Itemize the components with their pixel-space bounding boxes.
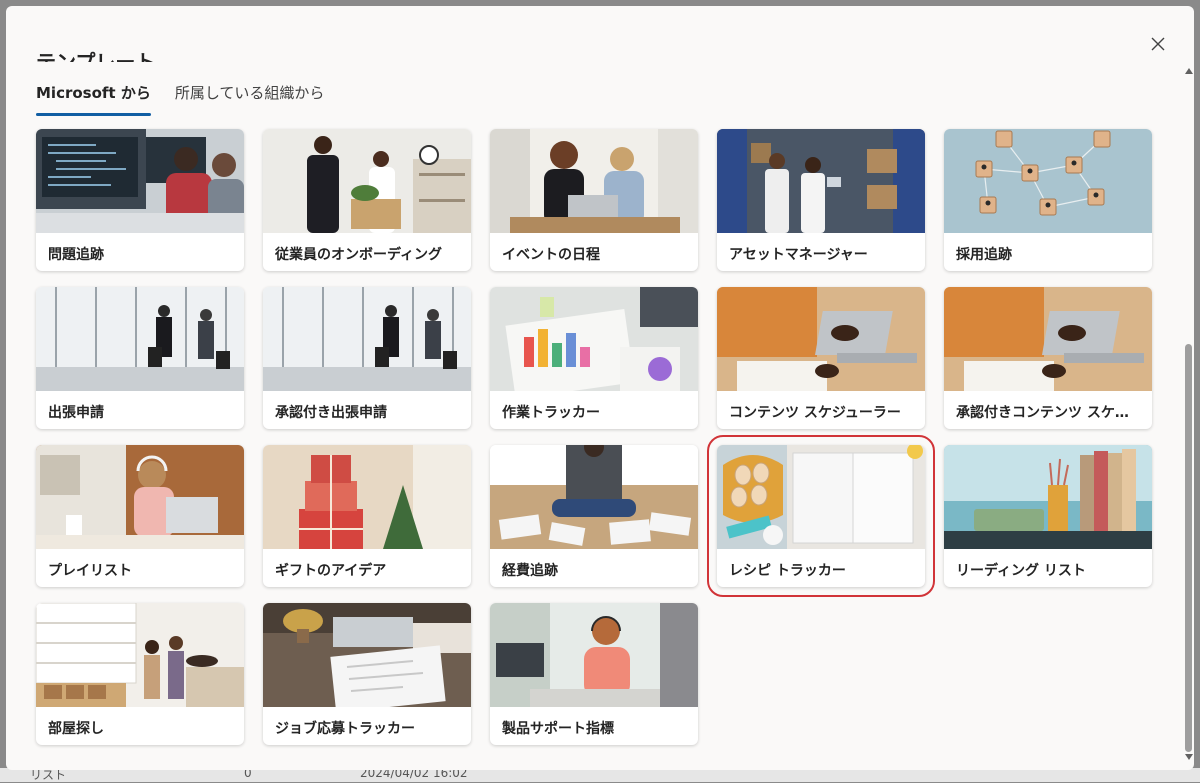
job-application-image <box>263 603 471 707</box>
source-tabs: Microsoft から 所属している組織から <box>36 82 324 116</box>
receipts-floor-image <box>490 445 698 549</box>
dialog-title: テンプレート <box>36 50 156 62</box>
template-card-label: コンテンツ スケジューラー <box>729 405 901 421</box>
warehouse-image <box>717 129 925 233</box>
headphones-laptop-image <box>36 445 244 549</box>
template-dialog: テンプレート Microsoft から 所属している組織から 問題追跡 従業員の… <box>6 6 1194 770</box>
template-card-gift-ideas[interactable]: ギフトのアイデア <box>263 445 471 587</box>
template-card-content-scheduler[interactable]: コンテンツ スケジューラー <box>717 287 925 429</box>
template-card-label: 部屋探し <box>48 721 104 737</box>
template-card-content-scheduler-approval[interactable]: 承認付きコンテンツ スケジューラー <box>944 287 1152 429</box>
laptop-desk-image <box>944 287 1152 391</box>
template-card-label: 経費追跡 <box>502 563 558 579</box>
scroll-up-icon[interactable] <box>1185 68 1193 74</box>
template-card-expense-tracker[interactable]: 経費追跡 <box>490 445 698 587</box>
airport-travelers-image <box>263 287 471 391</box>
template-card-label: 承認付きコンテンツ スケジューラー <box>956 405 1140 421</box>
onboarding-box-image <box>263 129 471 233</box>
template-card-label: プレイリスト <box>48 563 132 579</box>
template-card-label: 採用追跡 <box>956 247 1012 263</box>
template-card-travel-request[interactable]: 出張申請 <box>36 287 244 429</box>
template-grid: 問題追跡 従業員のオンボーディング イベントの日程 アセットマネージャー 採用追… <box>36 129 1152 745</box>
template-card-label: 作業トラッカー <box>502 405 600 421</box>
template-card-recruitment-tracker[interactable]: 採用追跡 <box>944 129 1152 271</box>
template-card-label: 製品サポート指標 <box>502 721 614 737</box>
close-button[interactable] <box>1146 32 1170 56</box>
template-card-product-support-metrics[interactable]: 製品サポート指標 <box>490 603 698 745</box>
template-card-issue-tracker[interactable]: 問題追跡 <box>36 129 244 271</box>
template-card-reading-list[interactable]: リーディング リスト <box>944 445 1152 587</box>
coding-office-image <box>36 129 244 233</box>
template-card-label: ジョブ応募トラッカー <box>275 721 415 737</box>
template-card-playlist[interactable]: プレイリスト <box>36 445 244 587</box>
scroll-down-icon[interactable] <box>1185 754 1193 760</box>
meeting-laptop-image <box>490 129 698 233</box>
gift-boxes-image <box>263 445 471 549</box>
template-card-label: 問題追跡 <box>48 247 104 263</box>
template-card-event-schedule[interactable]: イベントの日程 <box>490 129 698 271</box>
template-card-room-search[interactable]: 部屋探し <box>36 603 244 745</box>
template-card-work-tracker[interactable]: 作業トラッカー <box>490 287 698 429</box>
template-card-label: ギフトのアイデア <box>275 563 387 579</box>
tab-from-microsoft[interactable]: Microsoft から <box>36 82 151 116</box>
scroll-thumb[interactable] <box>1185 344 1192 752</box>
template-card-travel-request-approval[interactable]: 承認付き出張申請 <box>263 287 471 429</box>
airport-travelers-image <box>36 287 244 391</box>
template-card-employee-onboarding[interactable]: 従業員のオンボーディング <box>263 129 471 271</box>
template-card-asset-manager[interactable]: アセットマネージャー <box>717 129 925 271</box>
laptop-desk-image <box>717 287 925 391</box>
room-entrance-image <box>36 603 244 707</box>
template-card-job-application-tracker[interactable]: ジョブ応募トラッカー <box>263 603 471 745</box>
template-card-label: 承認付き出張申請 <box>275 405 387 421</box>
background-list-row: リスト 0 2024/04/02 16:02 <box>0 766 1200 782</box>
template-card-label: アセットマネージャー <box>729 247 868 263</box>
template-card-label: レシピ トラッカー <box>729 563 846 579</box>
tab-from-organization[interactable]: 所属している組織から <box>175 82 325 116</box>
close-icon <box>1151 37 1165 51</box>
recipe-notebook-image <box>717 445 925 549</box>
vertical-scrollbar[interactable] <box>1184 64 1194 764</box>
template-card-label: 出張申請 <box>48 405 104 421</box>
template-card-recipe-tracker[interactable]: レシピ トラッカー <box>707 435 935 597</box>
template-card-label: リーディング リスト <box>956 563 1086 579</box>
template-card-label: 従業員のオンボーディング <box>275 247 443 263</box>
template-card-label: イベントの日程 <box>502 247 600 263</box>
network-blocks-image <box>944 129 1152 233</box>
books-shelf-image <box>944 445 1152 549</box>
support-headset-image <box>490 603 698 707</box>
planning-charts-image <box>490 287 698 391</box>
